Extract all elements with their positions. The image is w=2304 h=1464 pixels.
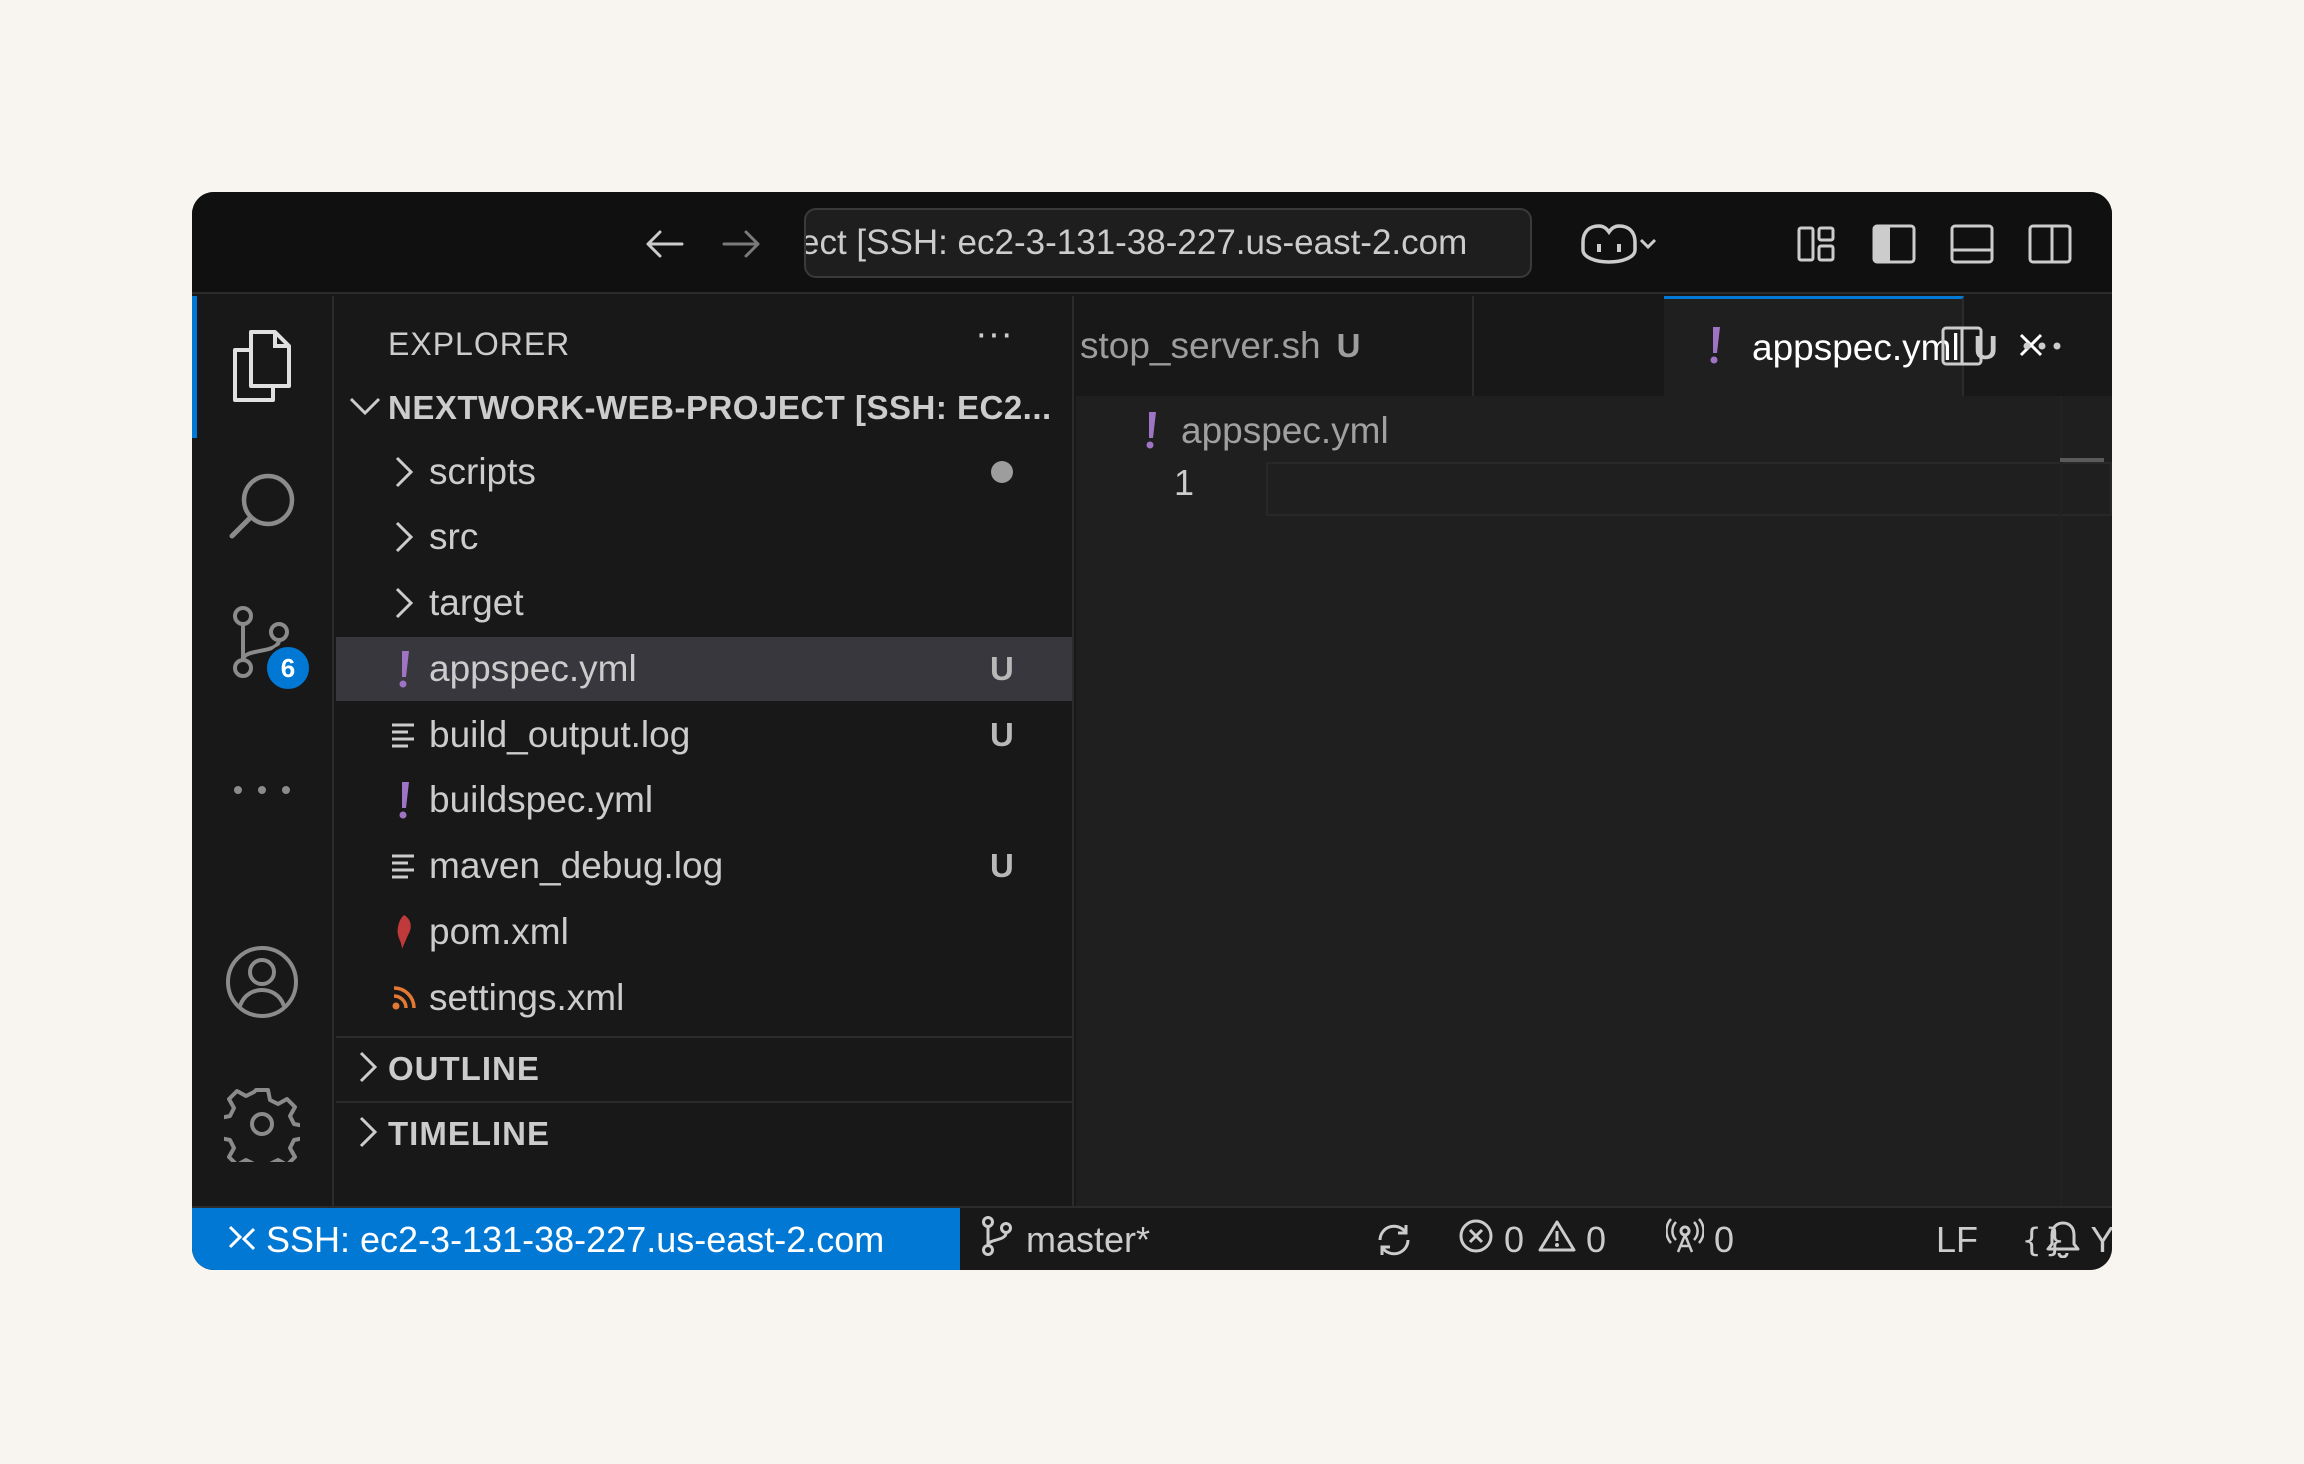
- tree-item-label: src: [429, 516, 479, 557]
- tree-item-maven-debug-log[interactable]: maven_debug.log U: [336, 834, 1072, 898]
- error-count: 0: [1504, 1219, 1525, 1260]
- yaml-icon: [1144, 410, 1158, 455]
- tree-item-label: scripts: [429, 451, 536, 492]
- line-number: 1: [1174, 462, 1195, 503]
- section-label: OUTLINE: [388, 1050, 540, 1087]
- modified-dot: [991, 461, 1013, 483]
- chevron-right-icon: [358, 1050, 378, 1089]
- tree-item-settings-xml[interactable]: settings.xml: [336, 966, 1072, 1030]
- bell-icon[interactable]: [2045, 1220, 2081, 1263]
- sync-icon[interactable]: [1374, 1208, 1414, 1270]
- tree-item-pom-xml[interactable]: pom.xml: [336, 900, 1072, 964]
- tab-appspec[interactable]: appspec.yml U: [1664, 296, 2042, 396]
- remote-indicator[interactable]: SSH: ec2-3-131-38-227.us-east-2.com: [192, 1208, 960, 1270]
- tree-item-label: appspec.yml: [429, 648, 637, 689]
- tree-item-label: target: [429, 582, 524, 623]
- yaml-icon: [388, 768, 420, 832]
- chevron-down-icon: [348, 396, 382, 421]
- tree-item-buildspec[interactable]: buildspec.yml: [336, 768, 1072, 832]
- settings-gear-icon[interactable]: [222, 1084, 302, 1164]
- rss-xml-icon: [388, 966, 420, 1030]
- chevron-right-icon: [388, 571, 420, 635]
- untracked-badge: U: [990, 847, 1014, 884]
- chevron-right-icon: [388, 440, 420, 504]
- branch-icon: [980, 1215, 1012, 1265]
- editor-more-icon[interactable]: [2016, 320, 2068, 372]
- language-label: YAML: [2090, 1219, 2112, 1260]
- customize-layout-icon[interactable]: [1790, 218, 1842, 270]
- broadcast-icon: [1665, 1217, 1705, 1263]
- branch-label: master*: [1026, 1219, 1151, 1260]
- tree-item-label: pom.xml: [429, 911, 569, 952]
- eol-indicator[interactable]: LF: [1936, 1208, 1978, 1270]
- search-icon[interactable]: [222, 466, 302, 546]
- branch-indicator[interactable]: master*: [980, 1208, 1150, 1270]
- tab-stop-server[interactable]: stop_server.sh U: [1076, 296, 1474, 396]
- sidebar-more-button[interactable]: ···: [966, 314, 1022, 370]
- error-icon: [1458, 1218, 1494, 1263]
- tab-label: appspec.yml: [1752, 326, 1960, 368]
- outline-section[interactable]: OUTLINE: [336, 1036, 1072, 1100]
- status-bar: SSH: ec2-3-131-38-227.us-east-2.com mast…: [192, 1206, 2112, 1270]
- log-file-icon: [388, 703, 420, 767]
- search-text: ect [SSH: ec2-3-131-38-227.us-east-2.com: [804, 223, 1468, 262]
- project-name: NEXTWORK-WEB-PROJECT [SSH: EC2...: [388, 389, 1052, 426]
- tab-label: stop_server.sh: [1080, 325, 1321, 366]
- chevron-right-icon: [388, 505, 420, 569]
- warning-count: 0: [1586, 1219, 1607, 1260]
- tree-item-label: maven_debug.log: [429, 845, 724, 886]
- yaml-icon: [388, 637, 420, 701]
- ports-count: 0: [1714, 1219, 1735, 1260]
- tree-item-label: settings.xml: [429, 977, 625, 1018]
- warning-icon: [1538, 1219, 1576, 1262]
- chevron-right-icon: [358, 1115, 378, 1154]
- explorer-sidebar: EXPLORER ··· NEXTWORK-WEB-PROJECT [SSH: …: [336, 296, 1074, 1206]
- breadcrumb[interactable]: appspec.yml: [1181, 410, 1389, 452]
- scrollbar[interactable]: [2060, 396, 2062, 1206]
- sidebar-title: EXPLORER: [388, 326, 571, 362]
- tree-item-scripts[interactable]: scripts: [336, 440, 1072, 504]
- more-views-icon[interactable]: [222, 750, 302, 830]
- vscode-window: ect [SSH: ec2-3-131-38-227.us-east-2.com: [192, 192, 2112, 1270]
- split-editor-icon[interactable]: [1936, 320, 1988, 372]
- problems-indicator[interactable]: 0 0: [1458, 1208, 1606, 1270]
- active-indicator: [192, 296, 197, 438]
- untracked-badge: U: [990, 650, 1014, 687]
- editor-tab-bar: stop_server.sh U appspec.yml U: [1076, 296, 2112, 396]
- activity-bar: 6: [192, 296, 334, 1206]
- current-line-highlight: [1266, 462, 2112, 516]
- accounts-icon[interactable]: [222, 942, 302, 1022]
- tree-item-label: build_output.log: [429, 714, 691, 755]
- minimap-slider[interactable]: [2060, 458, 2104, 462]
- toggle-primary-sidebar-icon[interactable]: [1868, 218, 1920, 270]
- editor-area[interactable]: appspec.yml 1: [1076, 396, 2112, 1206]
- explorer-files-icon[interactable]: [222, 326, 302, 406]
- tree-item-target[interactable]: target: [336, 571, 1072, 635]
- back-arrow-icon[interactable]: [638, 218, 690, 270]
- tab-badge: U: [1336, 327, 1361, 364]
- forward-arrow-icon[interactable]: [716, 218, 768, 270]
- tree-item-appspec[interactable]: appspec.yml U: [336, 637, 1072, 701]
- project-folder-header[interactable]: NEXTWORK-WEB-PROJECT [SSH: EC2...: [336, 378, 1072, 438]
- yaml-icon: [1708, 325, 1722, 370]
- remote-icon: [226, 1221, 258, 1260]
- toggle-panel-icon[interactable]: [1946, 218, 1998, 270]
- ports-indicator[interactable]: 0: [1665, 1208, 1735, 1270]
- tree-item-label: buildspec.yml: [429, 779, 654, 820]
- section-label: TIMELINE: [388, 1115, 550, 1152]
- tree-item-src[interactable]: src: [336, 505, 1072, 569]
- toggle-secondary-sidebar-icon[interactable]: [2024, 218, 2076, 270]
- maven-icon: [388, 900, 420, 964]
- remote-label: SSH: ec2-3-131-38-227.us-east-2.com: [266, 1219, 885, 1260]
- source-control-badge: 6: [264, 644, 312, 692]
- title-bar: ect [SSH: ec2-3-131-38-227.us-east-2.com: [192, 192, 2112, 294]
- timeline-section[interactable]: TIMELINE: [336, 1101, 1072, 1165]
- untracked-badge: U: [990, 716, 1014, 753]
- log-file-icon: [388, 834, 420, 898]
- command-center-search[interactable]: ect [SSH: ec2-3-131-38-227.us-east-2.com: [804, 208, 1532, 278]
- copilot-icon[interactable]: [1572, 218, 1662, 270]
- tree-item-build-output-log[interactable]: build_output.log U: [336, 703, 1072, 767]
